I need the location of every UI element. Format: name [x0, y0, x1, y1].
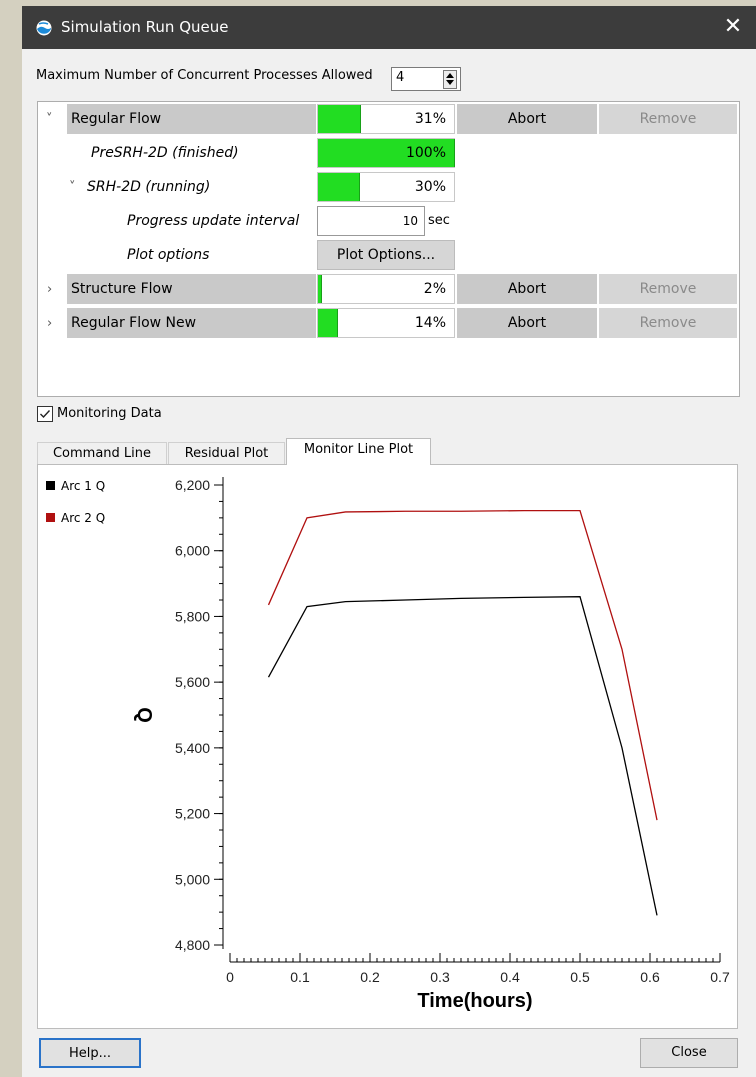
tab-monitor-line-plot[interactable]: Monitor Line Plot — [286, 438, 431, 465]
queue-row-regular-flow-new[interactable]: › Regular Flow New 14% Abort Remove — [38, 306, 739, 340]
simulation-run-queue-window: Simulation Run Queue ✕ Maximum Number of… — [22, 6, 756, 1077]
queue-row-structure-flow[interactable]: › Structure Flow 2% Abort Remove — [38, 272, 739, 306]
y-tick-label: 5,600 — [175, 674, 210, 690]
max-processes-value[interactable]: 4 — [396, 70, 404, 85]
expand-chevron-icon[interactable]: › — [47, 282, 52, 297]
progress-bar: 100% — [317, 138, 455, 168]
monitoring-data-label: Monitoring Data — [57, 406, 162, 421]
queue-row-regular-flow[interactable]: ˅ Regular Flow 31% Abort Remove — [38, 102, 739, 136]
progress-interval-input[interactable]: 10 — [317, 206, 425, 236]
run-queue-tree: ˅ Regular Flow 31% Abort Remove PreSRH-2… — [37, 101, 740, 397]
monitor-plot-panel: Arc 1 Q Arc 2 Q 6,200 6,000 5,800 5,600 5,40… — [37, 464, 738, 1029]
monitoring-data-checkbox[interactable] — [37, 406, 53, 422]
series-line-1 — [267, 596, 658, 916]
monitor-line-chart: 6,200 6,000 5,800 5,600 5,400 5,200 5,000 4,800… — [133, 477, 730, 1012]
spin-down-icon[interactable] — [446, 80, 454, 85]
progress-fill — [318, 173, 360, 201]
x-tick-label: 0 — [226, 969, 234, 985]
x-tick-label: 0.5 — [570, 969, 590, 985]
spin-buttons[interactable] — [443, 70, 457, 89]
progress-fill — [318, 105, 362, 133]
x-tick-label: 0.6 — [640, 969, 660, 985]
progress-bar: 14% — [317, 308, 455, 338]
remove-button[interactable]: Remove — [599, 104, 737, 134]
x-tick-label: 0.1 — [290, 969, 310, 985]
x-tick-label: 0.7 — [710, 969, 730, 985]
close-window-icon[interactable]: ✕ — [720, 14, 746, 40]
progress-bar: 2% — [317, 274, 455, 304]
progress-fill — [318, 275, 322, 303]
y-tick-label: 6,200 — [175, 477, 210, 493]
checkmark-icon — [40, 410, 51, 419]
queue-item-name[interactable]: Structure Flow — [67, 274, 316, 304]
queue-item-name[interactable]: PreSRH-2D (finished) — [87, 138, 316, 168]
plot-options-button[interactable]: Plot Options... — [317, 240, 455, 270]
close-button[interactable]: Close — [640, 1038, 738, 1068]
y-axis-title: Q — [133, 707, 155, 723]
tab-residual-plot[interactable]: Residual Plot — [168, 442, 285, 464]
y-tick-label: 5,200 — [175, 806, 210, 822]
x-axis-title: Time(hours) — [417, 990, 532, 1012]
progress-bar: 30% — [317, 172, 455, 202]
plot-options-label: Plot options — [127, 247, 210, 263]
x-tick-label: 0.3 — [430, 969, 450, 985]
abort-button[interactable]: Abort — [457, 274, 597, 304]
plot-options-row: Plot options Plot Options... — [38, 238, 739, 272]
remove-button[interactable]: Remove — [599, 308, 737, 338]
max-processes-label: Maximum Number of Concurrent Processes A… — [36, 68, 373, 83]
interval-unit: sec — [428, 213, 450, 228]
queue-item-name[interactable]: Regular Flow New — [67, 308, 316, 338]
queue-row-srh2d[interactable]: ˅ SRH-2D (running) 30% — [38, 170, 739, 204]
spin-up-icon[interactable] — [446, 73, 454, 78]
abort-button[interactable]: Abort — [457, 104, 597, 134]
x-tick-label: 0.2 — [360, 969, 380, 985]
window-title: Simulation Run Queue — [61, 18, 229, 36]
remove-button[interactable]: Remove — [599, 274, 737, 304]
tab-command-line[interactable]: Command Line — [37, 442, 167, 464]
y-tick-label: 5,400 — [175, 740, 210, 756]
queue-item-name[interactable]: SRH-2D (running) — [83, 172, 316, 202]
app-logo-icon — [36, 20, 52, 36]
y-tick-label: 6,000 — [175, 543, 210, 559]
progress-interval-label: Progress update interval — [127, 213, 300, 229]
x-tick-label: 0.4 — [500, 969, 520, 985]
progress-interval-row: Progress update interval 10 sec — [38, 204, 739, 238]
abort-button[interactable]: Abort — [457, 308, 597, 338]
y-tick-label: 4,800 — [175, 937, 210, 953]
expand-chevron-icon[interactable]: › — [47, 316, 52, 331]
y-tick-label: 5,800 — [175, 608, 210, 624]
progress-fill — [318, 309, 339, 337]
queue-row-presrh[interactable]: PreSRH-2D (finished) 100% — [38, 136, 739, 170]
title-bar: Simulation Run Queue ✕ — [22, 6, 756, 49]
max-processes-spinbox[interactable]: 4 — [391, 67, 461, 91]
collapse-chevron-icon[interactable]: ˅ — [46, 112, 53, 127]
help-button[interactable]: Help... — [39, 1038, 141, 1068]
y-tick-label: 5,000 — [175, 871, 210, 887]
queue-item-name[interactable]: Regular Flow — [67, 104, 316, 134]
collapse-chevron-icon[interactable]: ˅ — [69, 180, 76, 195]
progress-bar: 31% — [317, 104, 455, 134]
